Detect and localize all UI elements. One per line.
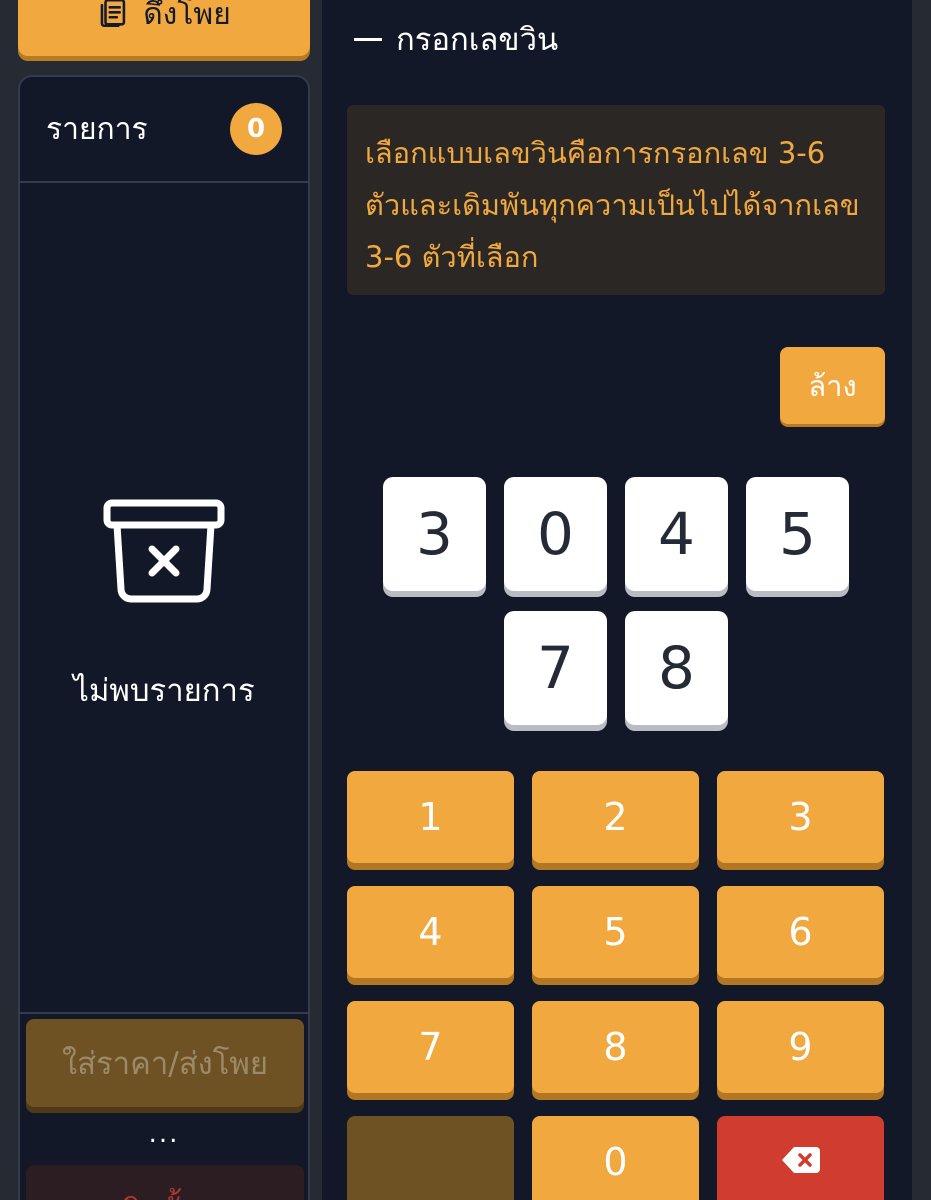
keypad-key-8[interactable]: 8 [532, 1001, 699, 1093]
keypad-key-7[interactable]: 7 [347, 1001, 514, 1093]
empty-state-text: ไม่พบรายการ [73, 673, 255, 709]
bet-list-title: รายการ [46, 111, 148, 147]
dash-icon [354, 37, 382, 41]
number-keypad: 1 2 3 4 5 6 7 8 9 0 [347, 771, 885, 1200]
keypad-key-2[interactable]: 2 [532, 771, 699, 863]
digit-tile[interactable]: 5 [746, 477, 849, 591]
sidebar: ดึงโพย รายการ 0 ไม่พบรายการ ใส่ราคา/ส่งโ… [0, 0, 322, 1200]
digit-tile[interactable]: 8 [625, 611, 728, 725]
digit-tile[interactable]: 3 [383, 477, 486, 591]
bet-list-header: รายการ 0 [20, 77, 308, 183]
digit-tile[interactable]: 0 [504, 477, 607, 591]
document-list-icon [97, 0, 131, 38]
keypad-key-0[interactable]: 0 [532, 1116, 699, 1200]
backspace-icon [781, 1140, 821, 1184]
backspace-button[interactable] [717, 1116, 884, 1200]
clear-button[interactable]: ล้าง [780, 347, 885, 424]
bet-count-badge: 0 [230, 103, 282, 155]
cancel-all-button[interactable]: ยกเลิกทั้งหมด [26, 1165, 304, 1200]
keypad-key-5[interactable]: 5 [532, 886, 699, 978]
keypad-key-4[interactable]: 4 [347, 886, 514, 978]
digit-tile[interactable]: 7 [504, 611, 607, 725]
keypad-key-blank [347, 1116, 514, 1200]
keypad-key-3[interactable]: 3 [717, 771, 884, 863]
pull-slip-button[interactable]: ดึงโพย [18, 0, 310, 56]
empty-state: ไม่พบรายการ [20, 497, 308, 715]
empty-box-x-icon [101, 497, 227, 611]
main-panel: กรอกเลขวิน เลือกแบบเลขวินคือการกรอกเลข 3… [322, 0, 912, 1200]
right-edge [912, 0, 931, 1200]
digit-tile[interactable]: 4 [625, 477, 728, 591]
section-title-text: กรอกเลขวิน [396, 22, 559, 58]
keypad-key-6[interactable]: 6 [717, 886, 884, 978]
submit-slip-button[interactable]: ใส่ราคา/ส่งโพย [26, 1019, 304, 1107]
section-title: กรอกเลขวิน [354, 14, 558, 64]
bet-list-panel: รายการ 0 ไม่พบรายการ ใส่ราคา/ส่งโพย ... … [18, 75, 310, 1200]
more-indicator: ... [148, 1119, 180, 1149]
divider [20, 1012, 308, 1014]
selected-digits: 3 0 4 5 7 8 [347, 477, 885, 725]
pull-slip-label: ดึงโพย [143, 0, 231, 32]
keypad-key-9[interactable]: 9 [717, 1001, 884, 1093]
keypad-key-1[interactable]: 1 [347, 771, 514, 863]
info-box: เลือกแบบเลขวินคือการกรอกเลข 3-6 ตัวและเด… [347, 105, 885, 295]
